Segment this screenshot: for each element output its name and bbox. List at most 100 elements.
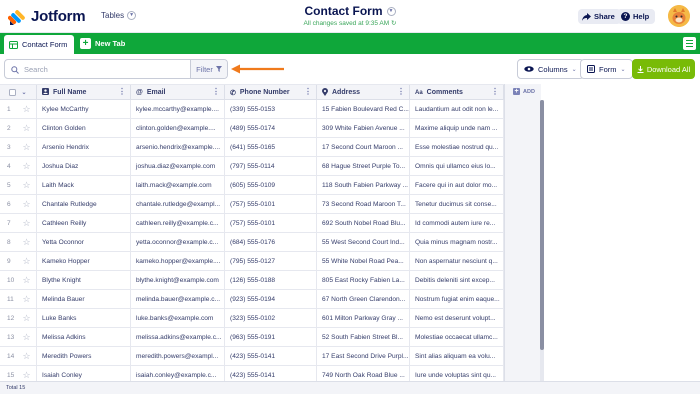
star-icon[interactable]: ☆: [17, 119, 37, 137]
email-cell[interactable]: cathleen.reilly@example.c...: [131, 214, 225, 232]
comments-cell[interactable]: Nostrum fugiat enim eaque...: [410, 290, 504, 308]
phone-cell[interactable]: (795) 555-0127: [225, 252, 317, 270]
column-header-comments[interactable]: Aa Comments ⋮: [410, 85, 504, 100]
table-row[interactable]: 2 ☆ Clinton Golden clinton.golden@example..…: [0, 119, 504, 138]
full-name-cell[interactable]: Blythe Knight: [37, 271, 131, 289]
star-icon[interactable]: ☆: [17, 157, 37, 175]
comments-cell[interactable]: Non aspernatur nesciunt q...: [410, 252, 504, 270]
star-icon[interactable]: ☆: [17, 233, 37, 251]
columns-button[interactable]: Columns ⌄: [517, 59, 584, 79]
table-row[interactable]: 14 ☆ Meredith Powers meredith.powers@exampl…: [0, 347, 504, 366]
form-button[interactable]: Form ⌄: [580, 59, 633, 79]
new-tab-button[interactable]: + New Tab: [80, 37, 125, 50]
star-icon[interactable]: ☆: [17, 347, 37, 365]
comments-cell[interactable]: Debitis deleniti sint excep...: [410, 271, 504, 289]
phone-cell[interactable]: (339) 555-0153: [225, 100, 317, 118]
full-name-cell[interactable]: Meredith Powers: [37, 347, 131, 365]
select-all-header[interactable]: ⌄: [0, 85, 37, 100]
address-cell[interactable]: 749 North Oak Road Blue ...: [317, 366, 410, 381]
phone-cell[interactable]: (323) 555-0102: [225, 309, 317, 327]
comments-cell[interactable]: Quia minus magnam nostr...: [410, 233, 504, 251]
full-name-cell[interactable]: Melissa Adkins: [37, 328, 131, 346]
comments-cell[interactable]: Sint alias aliquam ea volu...: [410, 347, 504, 365]
email-cell[interactable]: arsenio.hendrix@example....: [131, 138, 225, 156]
address-cell[interactable]: 15 Fabien Boulevard Red C...: [317, 100, 410, 118]
star-icon[interactable]: ☆: [17, 195, 37, 213]
user-avatar[interactable]: [668, 5, 690, 27]
comments-cell[interactable]: Esse molestiae nostrud qu...: [410, 138, 504, 156]
column-header-phone[interactable]: ✆ Phone Number ⋮: [225, 85, 317, 100]
phone-cell[interactable]: (489) 555-0174: [225, 119, 317, 137]
table-row[interactable]: 12 ☆ Luke Banks luke.banks@example.com (323)…: [0, 309, 504, 328]
full-name-cell[interactable]: Clinton Golden: [37, 119, 131, 137]
email-cell[interactable]: laith.mack@example.com: [131, 176, 225, 194]
address-cell[interactable]: 118 South Fabien Parkway ...: [317, 176, 410, 194]
phone-cell[interactable]: (423) 555-0141: [225, 366, 317, 381]
comments-cell[interactable]: Iure unde voluptas sint qu...: [410, 366, 504, 381]
add-column-button[interactable]: + ADD: [513, 88, 535, 95]
tables-dropdown[interactable]: Tables ▼: [101, 11, 137, 20]
comments-cell[interactable]: Facere qui in aut dolor mo...: [410, 176, 504, 194]
column-header-email[interactable]: @ Email ⋮: [131, 85, 225, 100]
email-cell[interactable]: yetta.oconnor@example.c...: [131, 233, 225, 251]
column-menu-icon[interactable]: ⋮: [212, 88, 220, 96]
table-row[interactable]: 3 ☆ Arsenio Hendrix arsenio.hendrix@example…: [0, 138, 504, 157]
full-name-cell[interactable]: Arsenio Hendrix: [37, 138, 131, 156]
email-cell[interactable]: joshua.diaz@example.com: [131, 157, 225, 175]
full-name-cell[interactable]: Chantale Rutledge: [37, 195, 131, 213]
table-row[interactable]: 9 ☆ Kameko Hopper kameko.hopper@example....…: [0, 252, 504, 271]
column-header-full-name[interactable]: Full Name ⋮: [37, 85, 131, 100]
address-cell[interactable]: 601 Milton Parkway Gray ...: [317, 309, 410, 327]
comments-cell[interactable]: Omnis qui ullamco eius lo...: [410, 157, 504, 175]
email-cell[interactable]: luke.banks@example.com: [131, 309, 225, 327]
star-icon[interactable]: ☆: [17, 271, 37, 289]
email-cell[interactable]: melissa.adkins@example.c...: [131, 328, 225, 346]
full-name-cell[interactable]: Melinda Bauer: [37, 290, 131, 308]
full-name-cell[interactable]: Cathleen Reilly: [37, 214, 131, 232]
full-name-cell[interactable]: Laith Mack: [37, 176, 131, 194]
address-cell[interactable]: 55 West Second Court Ind...: [317, 233, 410, 251]
address-cell[interactable]: 692 South Nobel Road Blu...: [317, 214, 410, 232]
phone-cell[interactable]: (641) 555-0165: [225, 138, 317, 156]
address-cell[interactable]: 17 Second Court Maroon ...: [317, 138, 410, 156]
star-icon[interactable]: ☆: [17, 176, 37, 194]
phone-cell[interactable]: (757) 555-0101: [225, 195, 317, 213]
tab-contact-form[interactable]: Contact Form: [4, 35, 74, 54]
column-menu-icon[interactable]: ⋮: [118, 88, 126, 96]
address-cell[interactable]: 805 East Rocky Fabien La...: [317, 271, 410, 289]
star-icon[interactable]: ☆: [17, 290, 37, 308]
star-icon[interactable]: ☆: [17, 100, 37, 118]
address-cell[interactable]: 67 North Green Clarendon...: [317, 290, 410, 308]
search-box[interactable]: Search Filter: [4, 59, 228, 79]
phone-cell[interactable]: (757) 555-0101: [225, 214, 317, 232]
jotform-logo[interactable]: Jotform: [8, 6, 86, 26]
vertical-scrollbar[interactable]: [540, 100, 544, 381]
table-row[interactable]: 6 ☆ Chantale Rutledge chantale.rutledge@exa…: [0, 195, 504, 214]
table-row[interactable]: 5 ☆ Laith Mack laith.mack@example.com (605) …: [0, 176, 504, 195]
download-all-button[interactable]: Download All: [632, 59, 695, 79]
address-cell[interactable]: 52 South Fabien Street Bl...: [317, 328, 410, 346]
phone-cell[interactable]: (684) 555-0176: [225, 233, 317, 251]
email-cell[interactable]: clinton.golden@example....: [131, 119, 225, 137]
email-cell[interactable]: kameko.hopper@example....: [131, 252, 225, 270]
star-icon[interactable]: ☆: [17, 366, 37, 381]
email-cell[interactable]: isaiah.conley@example.c...: [131, 366, 225, 381]
comments-cell[interactable]: Tenetur ducimus sit conse...: [410, 195, 504, 213]
select-all-checkbox[interactable]: [9, 89, 17, 96]
email-cell[interactable]: blythe.knight@example.com: [131, 271, 225, 289]
phone-cell[interactable]: (797) 555-0114: [225, 157, 317, 175]
address-cell[interactable]: 55 White Nobel Road Pea...: [317, 252, 410, 270]
table-row[interactable]: 4 ☆ Joshua Diaz joshua.diaz@example.com (797…: [0, 157, 504, 176]
comments-cell[interactable]: Id commodi autem iure re...: [410, 214, 504, 232]
table-row[interactable]: 7 ☆ Cathleen Reilly cathleen.reilly@example…: [0, 214, 504, 233]
star-icon[interactable]: ☆: [17, 252, 37, 270]
table-row[interactable]: 15 ☆ Isaiah Conley isaiah.conley@example.c.…: [0, 366, 504, 381]
filter-button[interactable]: Filter: [190, 60, 227, 78]
column-menu-icon[interactable]: ⋮: [304, 88, 312, 96]
table-row[interactable]: 13 ☆ Melissa Adkins melissa.adkins@example.…: [0, 328, 504, 347]
column-header-address[interactable]: Address ⋮: [317, 85, 410, 100]
email-cell[interactable]: kylee.mccarthy@example....: [131, 100, 225, 118]
star-icon[interactable]: ☆: [17, 328, 37, 346]
form-title[interactable]: Contact Form ▼: [305, 4, 396, 18]
scrollbar-thumb[interactable]: [540, 100, 544, 350]
